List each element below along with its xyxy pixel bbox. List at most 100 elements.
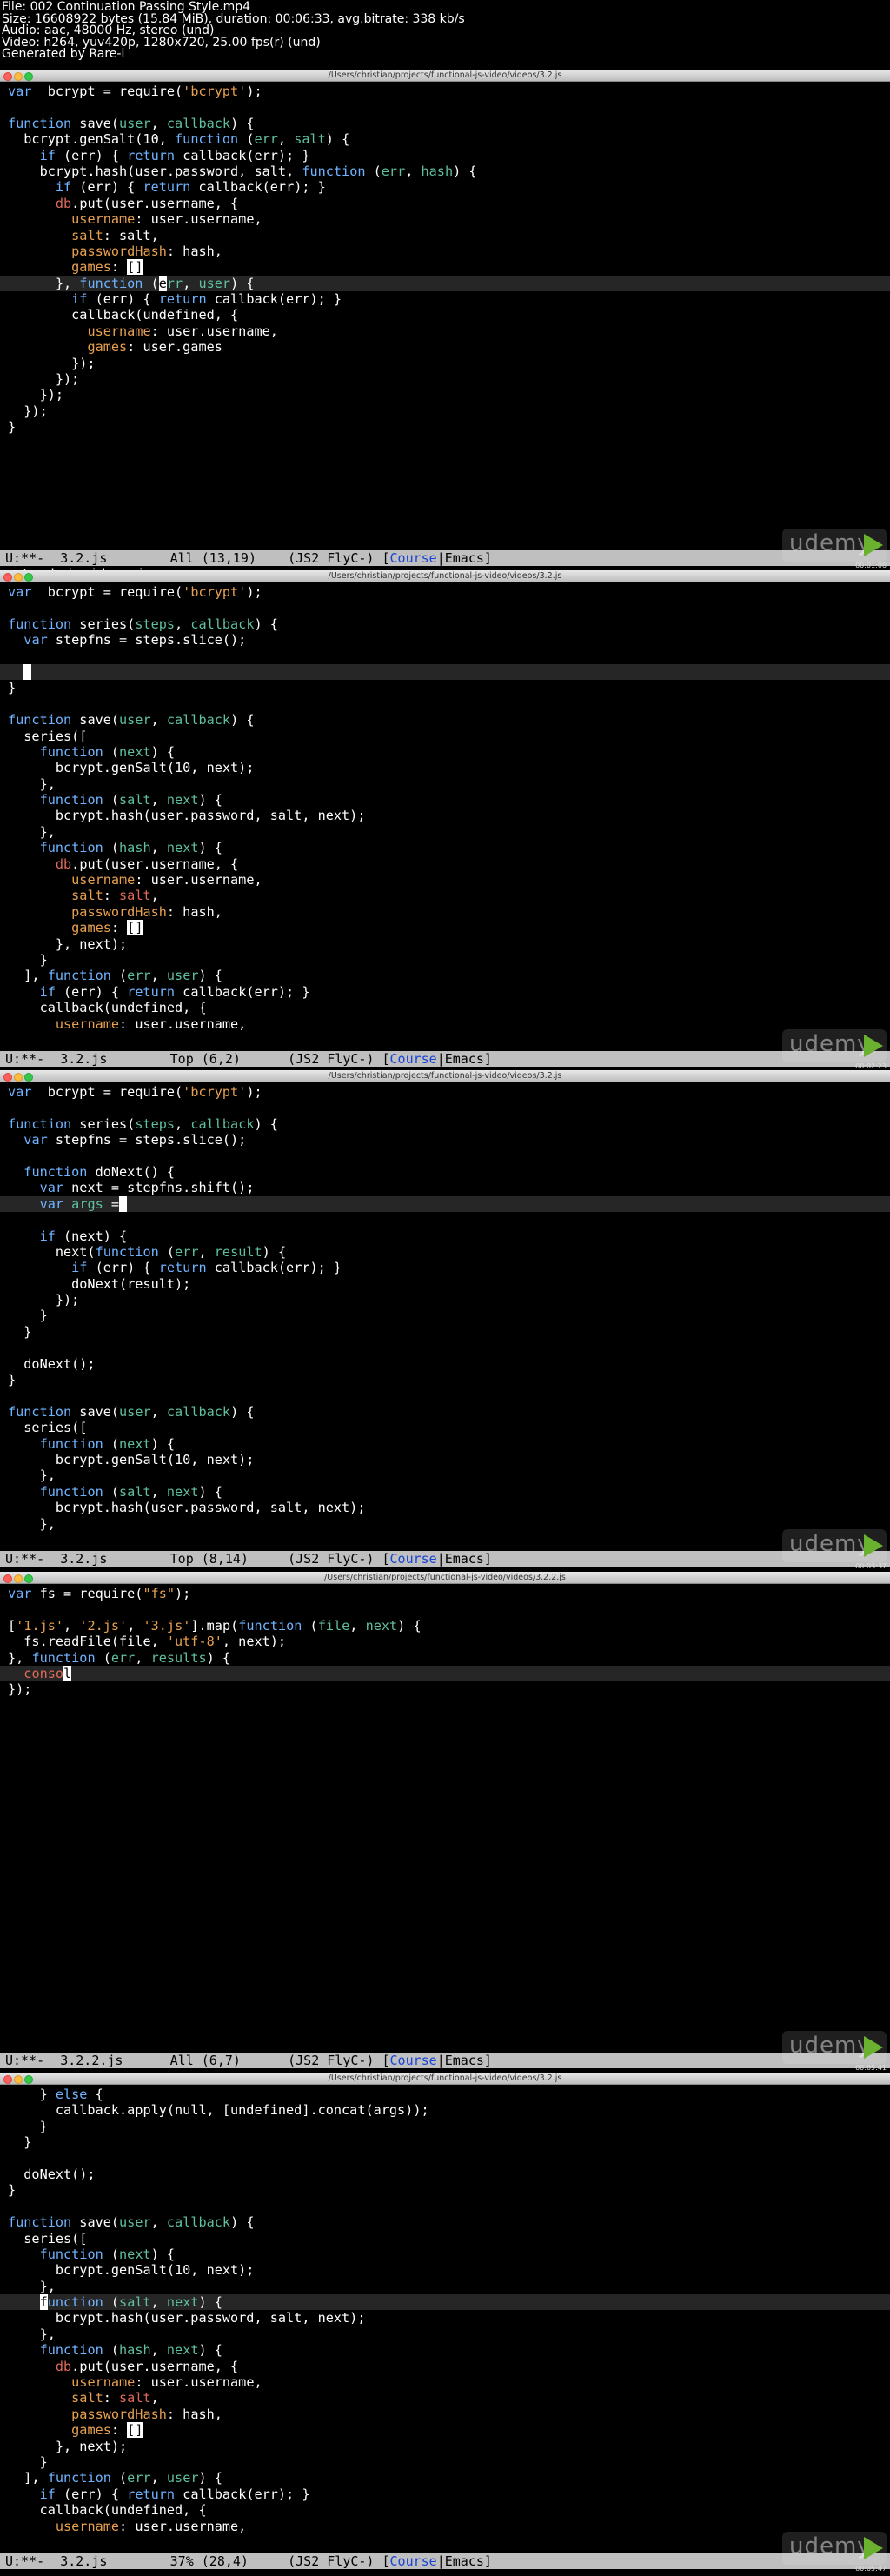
code-token: function [39, 2342, 103, 2359]
play-icon [864, 534, 883, 556]
code-token: ( [103, 1483, 120, 1500]
code-token: ) { [230, 1403, 255, 1420]
modeline-course-link[interactable]: Course [390, 550, 437, 566]
code-token: , [175, 1115, 191, 1132]
text-cursor: [] [127, 259, 143, 276]
code-token: , [150, 888, 159, 904]
code-token: ( [103, 2342, 120, 2359]
code-token: function [47, 2470, 111, 2486]
code-line: } [0, 2134, 890, 2150]
code-token: if [39, 147, 56, 163]
code-token: ) { [198, 840, 222, 856]
code-token: games [71, 259, 111, 276]
code-token: callback(err); } [175, 147, 310, 163]
code-token: username [71, 211, 136, 228]
code-buffer[interactable]: var bcrypt = require('bcrypt'); function … [0, 83, 890, 436]
code-token: ) { [150, 2246, 176, 2262]
code-line: var bcrypt = require('bcrypt'); [0, 584, 890, 600]
code-token: function [8, 1115, 72, 1132]
code-token: rr [166, 275, 183, 291]
code-token: callback(err); } [206, 1260, 342, 1276]
code-token: ( [365, 163, 382, 179]
code-token: if [71, 1260, 88, 1276]
code-line: username: user.username, [0, 1016, 890, 1032]
code-token: var [23, 1132, 48, 1148]
code-token: user [198, 275, 231, 291]
code-token: return [158, 1260, 207, 1276]
code-token: function [302, 163, 366, 179]
code-line: } else { [0, 2087, 890, 2102]
code-token: save( [71, 115, 120, 131]
code-token: var [8, 584, 32, 600]
code-buffer[interactable]: var bcrypt = require('bcrypt'); function … [0, 1084, 890, 1532]
frame-timestamp: 00:01:06 [855, 562, 887, 569]
code-token: : salt, [103, 227, 159, 243]
code-token: 'bcrypt' [183, 83, 247, 99]
modeline-course-link[interactable]: Course [390, 1551, 437, 1567]
code-token: db [55, 855, 72, 872]
code-line: }, [0, 2279, 890, 2294]
code-line: doNext(result); [0, 1276, 890, 1292]
modeline-course-link[interactable]: Course [390, 2553, 437, 2569]
code-line: username: user.username, [0, 2519, 890, 2534]
code-token: bcrypt = require( [31, 1084, 183, 1100]
code-line: function series(steps, callback) { [0, 616, 890, 632]
emacs-modeline: U:**- 3.2.js Top (8,14) (JS2 FlyC-) [Cou… [0, 1551, 890, 1567]
code-line: function save(user, callback) { [0, 2214, 890, 2230]
code-token: function [31, 1649, 96, 1666]
code-token: if [39, 2486, 56, 2502]
code-token: callback [190, 1115, 255, 1132]
code-token: ) { [198, 2470, 222, 2486]
code-line: function (salt, next) { [0, 1484, 890, 1500]
code-token: ( [110, 2470, 128, 2486]
udemy-logo: udemy [782, 2031, 887, 2064]
code-token: next [166, 1483, 199, 1500]
code-line: var next = stepfns.shift(); [0, 1180, 890, 1195]
code-token: series( [71, 1115, 136, 1132]
code-buffer[interactable]: } else { callback.apply(null, [undefined… [0, 2087, 890, 2534]
code-line: db.put(user.username, { [0, 856, 890, 872]
code-buffer[interactable]: var bcrypt = require('bcrypt'); function … [0, 584, 890, 1032]
code-token: if [71, 291, 88, 308]
code-line: } [0, 1324, 890, 1340]
modeline-course-link[interactable]: Course [390, 1051, 437, 1067]
text-cursor [23, 663, 32, 680]
code-token: ) { [230, 2214, 255, 2231]
code-buffer[interactable]: var fs = require("fs"); ['1.js', '2.js', … [0, 1586, 890, 1698]
frame-timestamp: 00:05:41 [855, 2064, 887, 2072]
code-token: salt [119, 2390, 151, 2406]
code-line: callback(undefined, { [0, 1000, 890, 1015]
code-token: ( [103, 792, 120, 809]
code-token: ( [302, 1617, 318, 1634]
code-token: db [55, 2358, 72, 2374]
code-token: callback.apply(null, [undefined].concat(… [8, 2102, 429, 2119]
code-token: save( [71, 2214, 120, 2231]
code-token: file [317, 1617, 350, 1634]
code-line: function (hash, next) { [0, 840, 890, 855]
code-token: function [39, 840, 103, 856]
code-token: , [175, 616, 191, 632]
play-icon [864, 1035, 883, 1057]
code-line: callback(undefined, { [0, 307, 890, 323]
code-line: db.put(user.username, { [0, 196, 890, 211]
editor-frame-1: /Users/christian/projects/functional-js-… [0, 70, 890, 570]
modeline-course-link[interactable]: Course [390, 2053, 437, 2068]
code-token: user [119, 1403, 151, 1420]
code-line: var args = [0, 1195, 890, 1213]
code-token: , [183, 275, 199, 291]
code-token: ) { [206, 1649, 231, 1666]
code-token: , [150, 2342, 167, 2359]
code-token: ], [8, 2470, 48, 2486]
code-line: bcrypt.genSalt(10, next); [0, 760, 890, 775]
code-token: } [8, 1323, 32, 1340]
code-line: }, function (err, results) { [0, 1650, 890, 1666]
code-line: games: [] [0, 2422, 890, 2439]
